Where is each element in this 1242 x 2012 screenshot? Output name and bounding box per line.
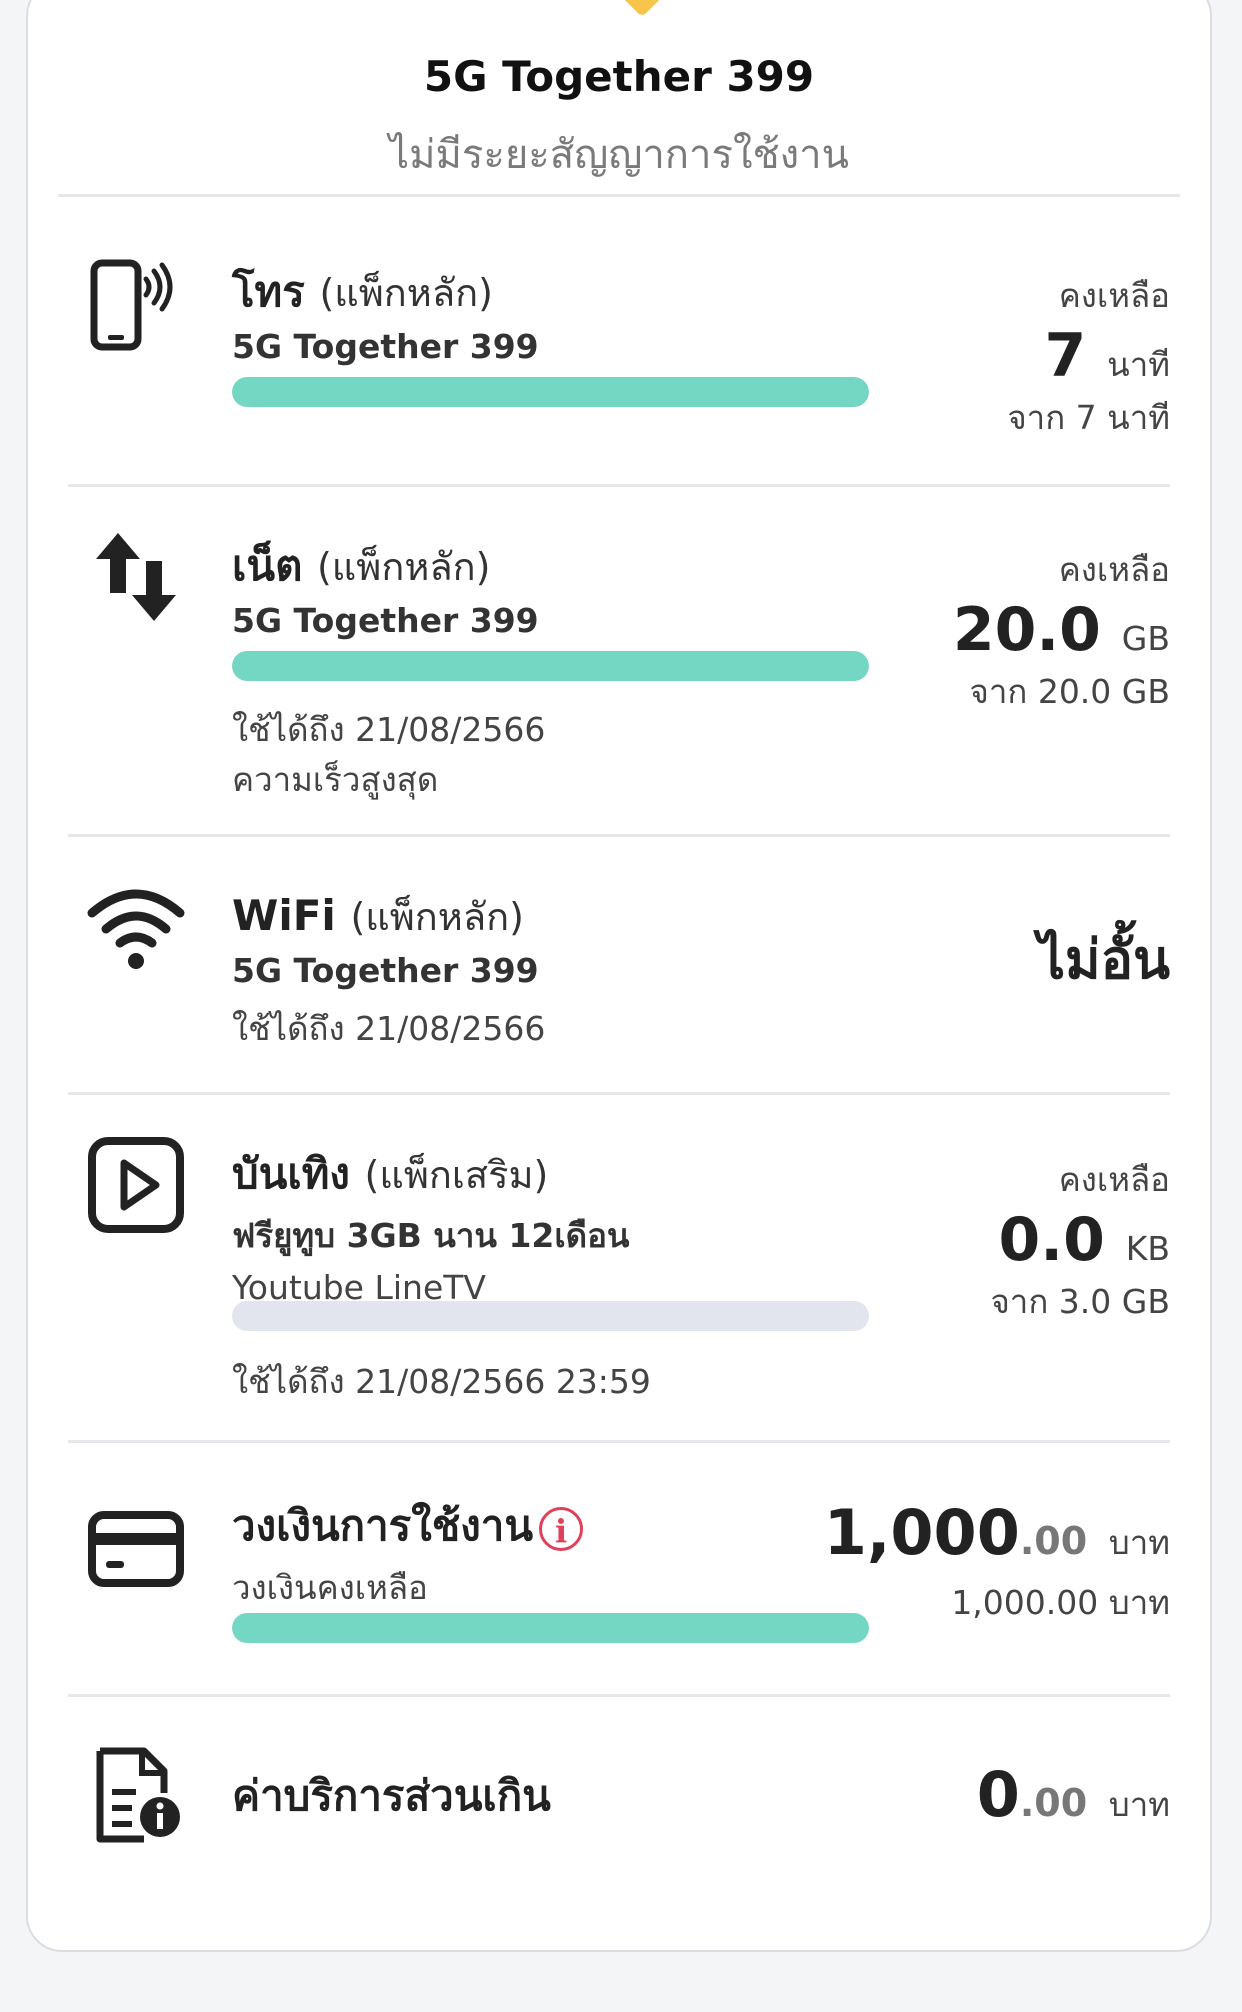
call-from-text: จาก 7 นาที [1007, 398, 1170, 437]
call-package: 5G Together 399 [232, 327, 539, 366]
wifi-status: ไม่อั้น [1037, 928, 1170, 991]
entertainment-tag: (แพ็กเสริม) [364, 1153, 549, 1197]
net-package: 5G Together 399 [232, 601, 539, 640]
call-title: โทร [232, 267, 305, 316]
credit-title: วงเงินการใช้งาน [232, 1501, 534, 1550]
wifi-tag: (แพ็กหลัก) [350, 895, 524, 939]
net-progress-bar [232, 651, 869, 681]
call-remaining-unit: นาที [1107, 345, 1170, 384]
package-subtitle: ไม่มีระยะสัญญาการใช้งาน [389, 132, 849, 178]
entertainment-package: ฟรียูทูบ 3GB นาน 12เดือน [232, 1216, 630, 1255]
overage-unit: บาท [1108, 1785, 1170, 1824]
net-remaining-unit: GB [1121, 619, 1170, 658]
net-title: เน็ต [232, 541, 303, 590]
overage-title: ค่าบริการส่วนเกิน [232, 1771, 551, 1820]
call-progress-fill [232, 377, 869, 407]
credit-value-dec: .00 [1019, 1519, 1088, 1563]
entertainment-title: บันเทิง [232, 1149, 350, 1198]
entertainment-remaining-label: คงเหลือ [1058, 1160, 1170, 1199]
card-top-tab [603, 0, 681, 18]
overage-value-int: 0 [976, 1758, 1020, 1831]
call-progress-bar [232, 377, 869, 407]
package-title: 5G Together 399 [423, 52, 815, 101]
wifi-valid-until: ใช้ได้ถึง 21/08/2566 [232, 1009, 546, 1048]
net-speed: ความเร็วสูงสุด [232, 759, 439, 799]
credit-progress-bar [232, 1613, 869, 1643]
entertainment-row[interactable]: บันเทิง (แพ็กเสริม) ฟรียูทูบ 3GB นาน 12เ… [68, 1095, 1170, 1443]
play-icon [86, 1135, 186, 1235]
entertainment-progress-bar [232, 1301, 869, 1331]
net-valid-until: ใช้ได้ถึง 21/08/2566 [232, 710, 546, 749]
wifi-package: 5G Together 399 [232, 951, 539, 990]
credit-card-icon [86, 1499, 186, 1599]
entertainment-valid-until: ใช้ได้ถึง 21/08/2566 23:59 [232, 1362, 651, 1401]
overage-row[interactable]: ค่าบริการส่วนเกิน 0.00 บาท [68, 1697, 1170, 1897]
package-card: 5G Together 399 ไม่มีระยะสัญญาการใช้งาน … [26, 0, 1212, 1952]
document-info-icon [86, 1745, 186, 1845]
net-tag: (แพ็กหลัก) [316, 545, 491, 589]
net-remaining-value: 20.0 [952, 595, 1101, 665]
info-icon[interactable]: i [539, 1506, 584, 1551]
credit-value-int: 1,000 [823, 1496, 1020, 1569]
wifi-row[interactable]: WiFi (แพ็กหลัก) 5G Together 399 ใช้ได้ถึ… [68, 837, 1170, 1095]
net-remaining-label: คงเหลือ [1058, 550, 1170, 589]
credit-total-text: 1,000.00 บาท [951, 1583, 1170, 1623]
credit-progress-fill [232, 1613, 869, 1643]
wifi-icon [86, 879, 186, 979]
call-remaining-value: 7 [1044, 321, 1087, 391]
credit-unit: บาท [1108, 1523, 1170, 1562]
net-from-text: จาก 20.0 GB [969, 672, 1170, 711]
credit-row[interactable]: วงเงินการใช้งาน i วงเงินคงเหลือ 1,000.00 … [68, 1443, 1170, 1697]
data-transfer-icon [86, 527, 186, 627]
phone-signal-icon [86, 257, 186, 357]
wifi-title: WiFi [232, 891, 336, 940]
call-row[interactable]: โทร (แพ็กหลัก) 5G Together 399 คงเหลือ 7… [68, 257, 1170, 487]
entertainment-remaining-unit: KB [1125, 1229, 1170, 1268]
net-progress-fill [232, 651, 869, 681]
entertainment-from-text: จาก 3.0 GB [990, 1282, 1170, 1321]
call-tag: (แพ็กหลัก) [319, 271, 493, 315]
credit-subtitle: วงเงินคงเหลือ [232, 1567, 428, 1607]
divider [58, 194, 1180, 197]
net-row[interactable]: เน็ต (แพ็กหลัก) 5G Together 399 ใช้ได้ถึ… [68, 487, 1170, 837]
call-remaining-label: คงเหลือ [1058, 276, 1170, 315]
entertainment-remaining-value: 0.0 [998, 1205, 1105, 1275]
overage-value-dec: .00 [1019, 1781, 1088, 1825]
